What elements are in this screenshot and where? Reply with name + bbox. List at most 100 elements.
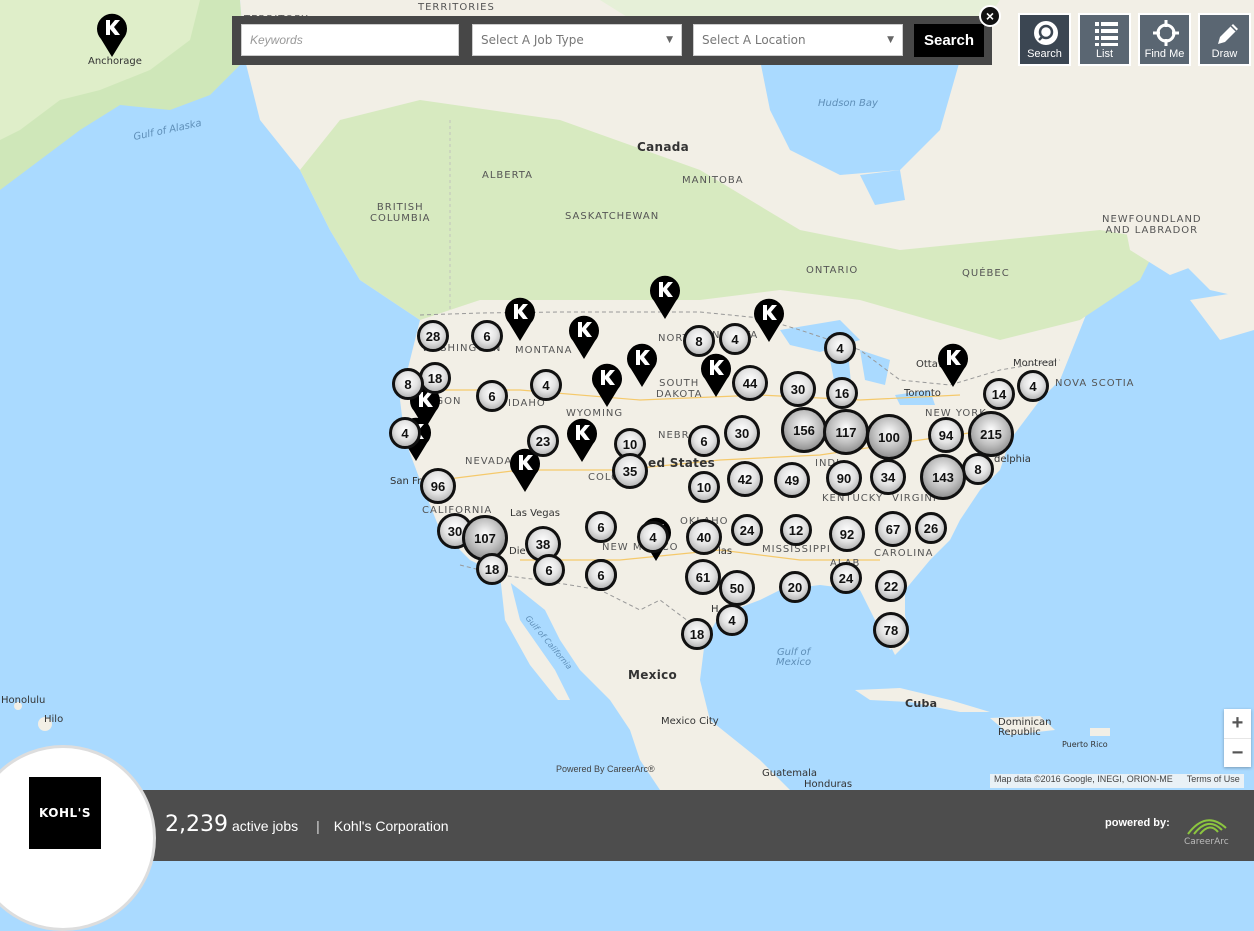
job-cluster-marker[interactable]: 4 bbox=[1017, 370, 1049, 402]
job-cluster-marker[interactable]: 23 bbox=[527, 425, 559, 457]
tool-list-button[interactable]: List bbox=[1078, 13, 1131, 66]
active-jobs-count: 2,239 bbox=[165, 812, 228, 837]
location-select[interactable]: Select A Location ▼ bbox=[693, 24, 903, 56]
job-type-select[interactable]: Select A Job Type ▼ bbox=[472, 24, 682, 56]
job-cluster-marker[interactable]: 34 bbox=[870, 459, 906, 495]
job-cluster-marker[interactable]: 22 bbox=[875, 570, 907, 602]
store-pin-icon[interactable] bbox=[753, 297, 785, 343]
job-cluster-marker[interactable]: 143 bbox=[920, 454, 966, 500]
pencil-icon bbox=[1218, 24, 1238, 44]
search-bar: Select A Job Type ▼ Select A Location ▼ … bbox=[232, 16, 992, 65]
store-pin-icon[interactable] bbox=[566, 417, 598, 463]
tool-find-me-label: Find Me bbox=[1144, 48, 1185, 60]
keywords-input[interactable] bbox=[241, 24, 459, 56]
job-cluster-marker[interactable]: 90 bbox=[826, 460, 862, 496]
store-pin-icon[interactable] bbox=[591, 362, 623, 408]
tool-list-label: List bbox=[1095, 48, 1114, 60]
store-pin-icon[interactable] bbox=[504, 296, 536, 342]
tool-draw-button[interactable]: Draw bbox=[1198, 13, 1251, 66]
job-cluster-marker[interactable]: 50 bbox=[719, 570, 755, 606]
job-cluster-marker[interactable]: 24 bbox=[830, 562, 862, 594]
careerarc-arc-icon: CareerArc bbox=[1184, 819, 1229, 847]
job-cluster-marker[interactable]: 94 bbox=[928, 417, 964, 453]
map-base bbox=[0, 0, 1254, 790]
map-attribution: Map data ©2016 Google, INEGI, ORION-ME Te… bbox=[990, 774, 1244, 788]
job-cluster-marker[interactable]: 6 bbox=[471, 320, 503, 352]
job-cluster-marker[interactable]: 18 bbox=[681, 618, 713, 650]
powered-by-label: powered by: bbox=[1105, 817, 1170, 829]
zoom-control: + − bbox=[1224, 709, 1251, 767]
job-cluster-marker[interactable]: 156 bbox=[781, 407, 827, 453]
job-cluster-marker[interactable]: 14 bbox=[983, 378, 1015, 410]
job-cluster-marker[interactable]: 6 bbox=[585, 559, 617, 591]
job-cluster-marker[interactable]: 96 bbox=[420, 468, 456, 504]
job-cluster-marker[interactable]: 67 bbox=[875, 511, 911, 547]
tool-search-button[interactable]: Search bbox=[1018, 13, 1071, 66]
job-cluster-marker[interactable]: 6 bbox=[476, 380, 508, 412]
map-powered-by: Powered By CareerArc® bbox=[556, 764, 655, 774]
job-cluster-marker[interactable]: 92 bbox=[829, 516, 865, 552]
kohls-logo[interactable]: KOHL'S bbox=[29, 777, 101, 849]
separator: | bbox=[316, 818, 320, 834]
location-value: Select A Location bbox=[702, 33, 806, 47]
terms-of-use-link[interactable]: Terms of Use bbox=[1187, 774, 1240, 784]
job-cluster-marker[interactable]: 18 bbox=[419, 362, 451, 394]
job-type-value: Select A Job Type bbox=[481, 33, 584, 47]
job-cluster-marker[interactable]: 4 bbox=[530, 369, 562, 401]
job-cluster-marker[interactable]: 24 bbox=[731, 514, 763, 546]
job-cluster-marker[interactable]: 30 bbox=[724, 415, 760, 451]
tool-draw-label: Draw bbox=[1211, 48, 1238, 60]
job-cluster-marker[interactable]: 78 bbox=[873, 612, 909, 648]
job-cluster-marker[interactable]: 8 bbox=[962, 453, 994, 485]
map[interactable]: Canada Mexico ed States Cuba Dominican R… bbox=[0, 0, 1254, 790]
store-pin-icon[interactable] bbox=[96, 12, 128, 58]
store-pin-icon[interactable] bbox=[649, 274, 681, 320]
search-icon bbox=[1034, 21, 1058, 45]
job-cluster-marker[interactable]: 4 bbox=[637, 521, 669, 553]
chevron-down-icon: ▼ bbox=[666, 35, 673, 45]
job-cluster-marker[interactable]: 8 bbox=[392, 368, 424, 400]
job-cluster-marker[interactable]: 6 bbox=[585, 511, 617, 543]
active-jobs-label: active jobs bbox=[231, 818, 299, 834]
job-cluster-marker[interactable]: 6 bbox=[688, 425, 720, 457]
job-cluster-marker[interactable]: 4 bbox=[716, 604, 748, 636]
careerarc-wordmark: CareerArc bbox=[1184, 837, 1229, 846]
job-cluster-marker[interactable]: 4 bbox=[389, 417, 421, 449]
job-cluster-marker[interactable]: 215 bbox=[968, 411, 1014, 457]
store-pin-icon[interactable] bbox=[700, 352, 732, 398]
tool-find-me-button[interactable]: Find Me bbox=[1138, 13, 1191, 66]
job-cluster-marker[interactable]: 6 bbox=[533, 554, 565, 586]
job-cluster-marker[interactable]: 20 bbox=[779, 571, 811, 603]
crosshair-icon bbox=[1153, 20, 1179, 46]
job-cluster-marker[interactable]: 4 bbox=[824, 332, 856, 364]
company-name: Kohl's Corporation bbox=[333, 818, 449, 834]
job-cluster-marker[interactable]: 26 bbox=[915, 512, 947, 544]
job-cluster-marker[interactable]: 28 bbox=[417, 320, 449, 352]
close-search-button[interactable]: × bbox=[979, 5, 1001, 27]
job-cluster-marker[interactable]: 44 bbox=[732, 365, 768, 401]
job-cluster-marker[interactable]: 4 bbox=[719, 323, 751, 355]
job-cluster-marker[interactable]: 49 bbox=[774, 462, 810, 498]
job-cluster-marker[interactable]: 18 bbox=[476, 553, 508, 585]
job-cluster-marker[interactable]: 42 bbox=[727, 461, 763, 497]
job-cluster-marker[interactable]: 12 bbox=[780, 514, 812, 546]
zoom-out-button[interactable]: − bbox=[1224, 739, 1251, 768]
job-cluster-marker[interactable]: 61 bbox=[685, 559, 721, 595]
zoom-in-button[interactable]: + bbox=[1224, 709, 1251, 739]
job-cluster-marker[interactable]: 100 bbox=[866, 414, 912, 460]
job-cluster-marker[interactable]: 16 bbox=[826, 377, 858, 409]
careerarc-logo[interactable]: CareerArc bbox=[1182, 806, 1238, 851]
store-pin-icon[interactable] bbox=[568, 314, 600, 360]
search-button[interactable]: Search bbox=[914, 24, 984, 57]
job-cluster-marker[interactable]: 10 bbox=[688, 471, 720, 503]
job-cluster-marker[interactable]: 8 bbox=[683, 325, 715, 357]
store-pin-icon[interactable] bbox=[626, 342, 658, 388]
store-pin-icon[interactable] bbox=[937, 342, 969, 388]
tool-search-label: Search bbox=[1027, 48, 1062, 60]
job-cluster-marker[interactable]: 30 bbox=[780, 371, 816, 407]
map-data-credit: Map data ©2016 Google, INEGI, ORION-ME bbox=[994, 774, 1173, 784]
list-icon bbox=[1095, 22, 1118, 46]
job-cluster-marker[interactable]: 35 bbox=[612, 453, 648, 489]
job-cluster-marker[interactable]: 117 bbox=[823, 409, 869, 455]
job-cluster-marker[interactable]: 40 bbox=[686, 519, 722, 555]
